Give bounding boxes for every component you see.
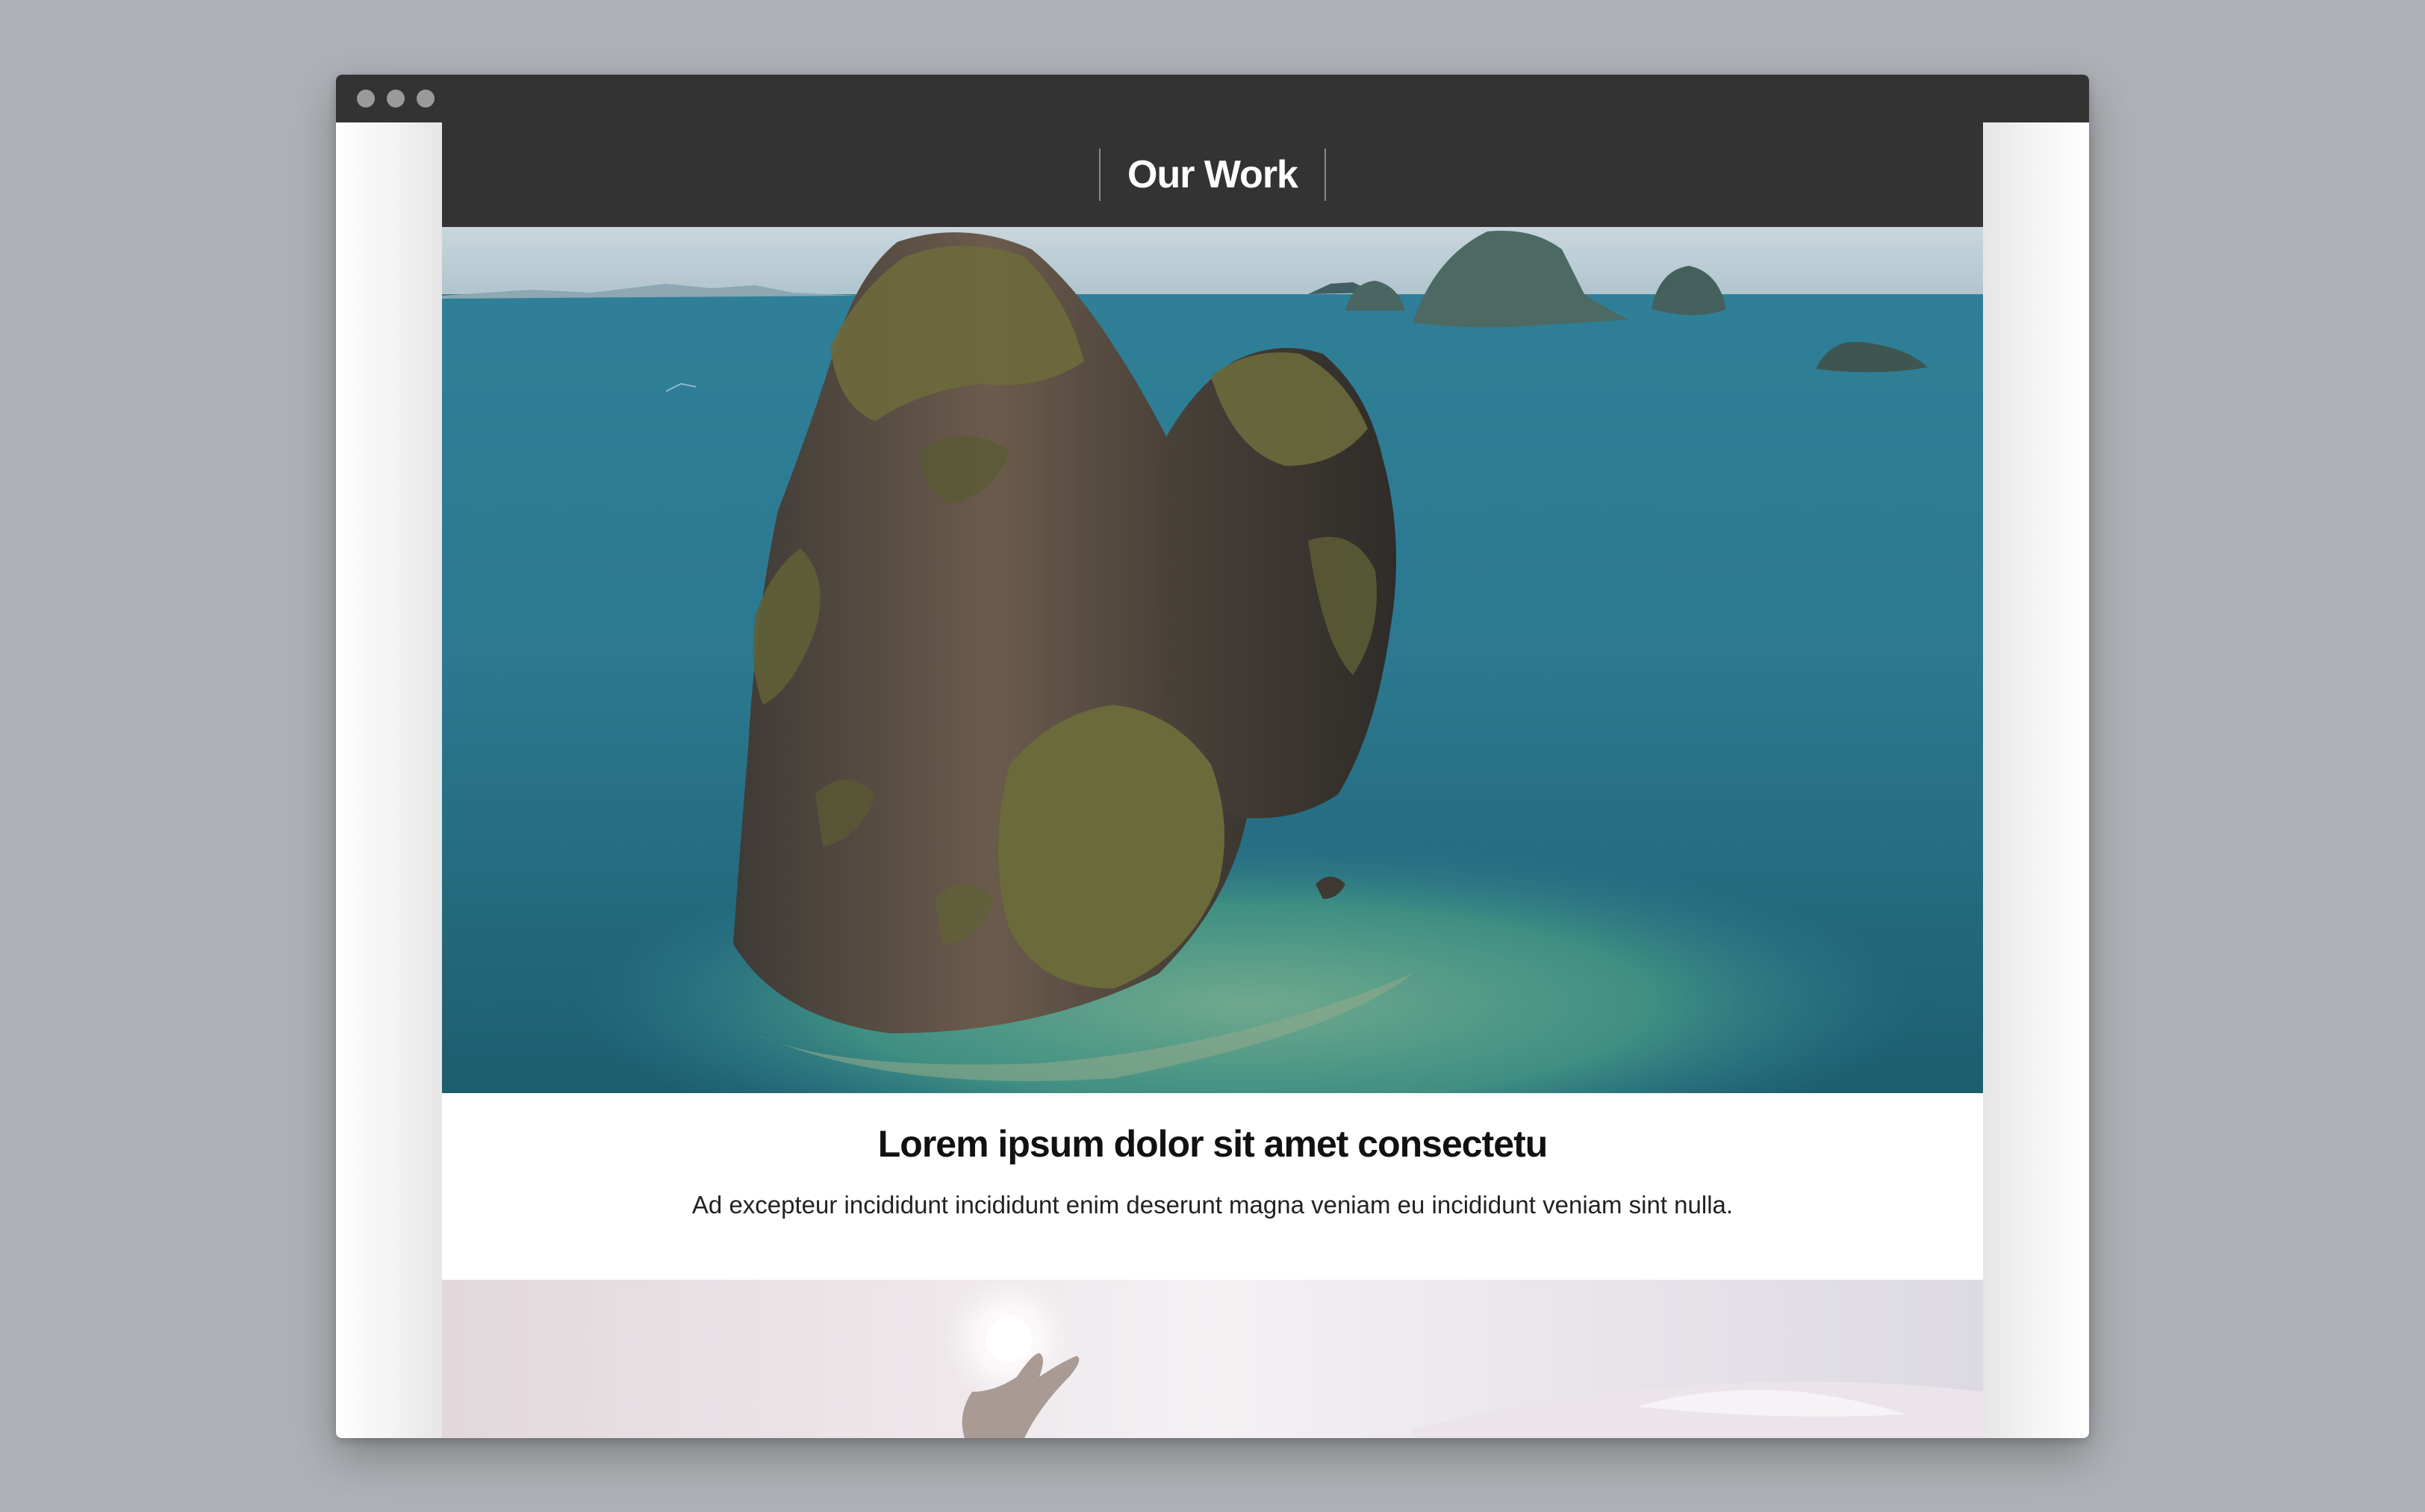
- left-gutter: [336, 122, 442, 1438]
- window-titlebar: [336, 75, 2089, 122]
- work-card[interactable]: Lorem ipsum dolor sit amet consectetu Ad…: [442, 1093, 1983, 1280]
- page-header: Our Work: [442, 122, 1983, 227]
- hero-image: [442, 227, 1983, 1093]
- page-content[interactable]: Our Work Lorem ipsum dolor sit amet cons…: [442, 122, 1983, 1438]
- minimize-window-dot[interactable]: [387, 90, 405, 108]
- card-description: Ad excepteur incididunt incididunt enim …: [691, 1191, 1734, 1219]
- right-gutter: [1983, 122, 2089, 1438]
- card-title: Lorem ipsum dolor sit amet consectetu: [877, 1123, 1548, 1165]
- close-window-dot[interactable]: [357, 90, 375, 108]
- maximize-window-dot[interactable]: [417, 90, 435, 108]
- second-work-image: [442, 1280, 1983, 1438]
- browser-window: Our Work Lorem ipsum dolor sit amet cons…: [336, 75, 2089, 1438]
- page-title: Our Work: [1099, 149, 1326, 201]
